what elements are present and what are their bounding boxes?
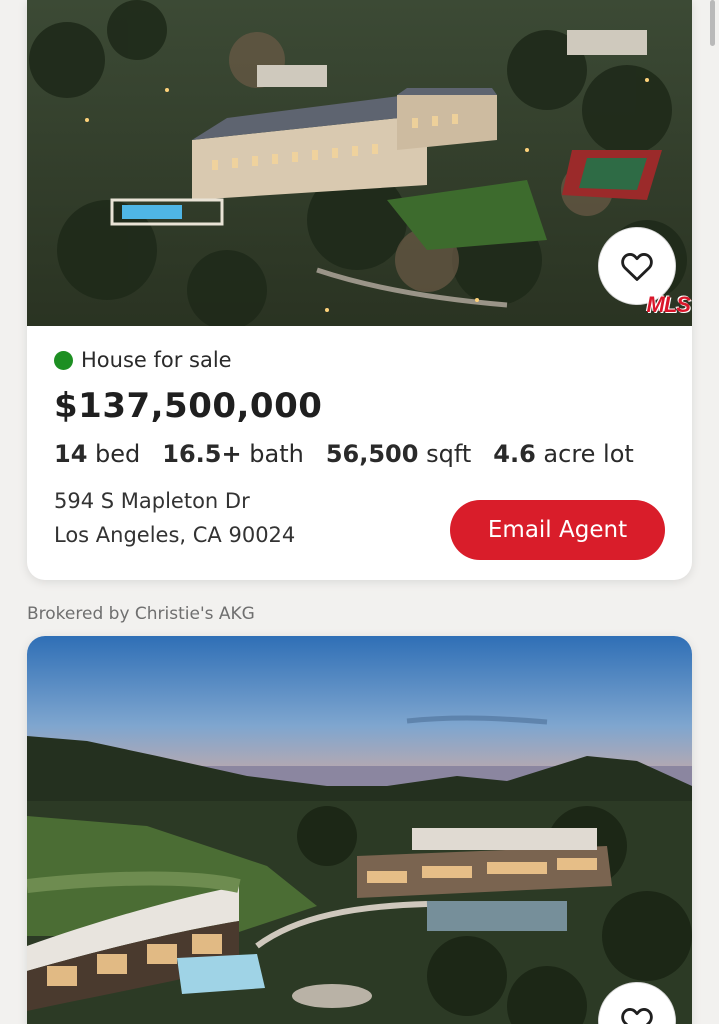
baths-label: bath — [249, 440, 304, 468]
broker-label: Brokered by Christie's AKG — [27, 604, 255, 624]
listing-card[interactable]: MLS House for sale $137,500,000 14 bed 1… — [27, 0, 692, 580]
listing-specs: 14 bed 16.5+ bath 56,500 sqft 4.6 acre l… — [54, 440, 665, 468]
heart-icon — [621, 253, 653, 281]
heart-icon — [621, 1008, 653, 1024]
baths-value: 16.5+ — [162, 440, 242, 468]
listing-photo[interactable]: MLS — [27, 0, 692, 326]
sqft-label: sqft — [426, 440, 472, 468]
mls-logo: MLS — [646, 292, 691, 317]
baths-spec: 16.5+ bath — [162, 440, 304, 468]
lot-value: 4.6 — [493, 440, 536, 468]
status-label: House for sale — [81, 348, 232, 372]
page-scrollbar[interactable] — [710, 0, 715, 46]
beds-value: 14 — [54, 440, 88, 468]
listing-status: House for sale — [54, 348, 665, 372]
listing-price: $137,500,000 — [54, 386, 323, 426]
sqft-value: 56,500 — [325, 440, 419, 468]
lot-spec: 4.6 acre lot — [493, 440, 634, 468]
beds-label: bed — [95, 440, 141, 468]
beds-spec: 14 bed — [54, 440, 140, 468]
status-dot — [54, 350, 73, 370]
listing-card[interactable] — [27, 636, 692, 1024]
listing-photo[interactable] — [27, 636, 692, 1024]
sqft-spec: 56,500 sqft — [326, 440, 471, 468]
email-agent-button[interactable]: Email Agent — [450, 500, 665, 560]
lot-label: acre lot — [543, 440, 634, 468]
